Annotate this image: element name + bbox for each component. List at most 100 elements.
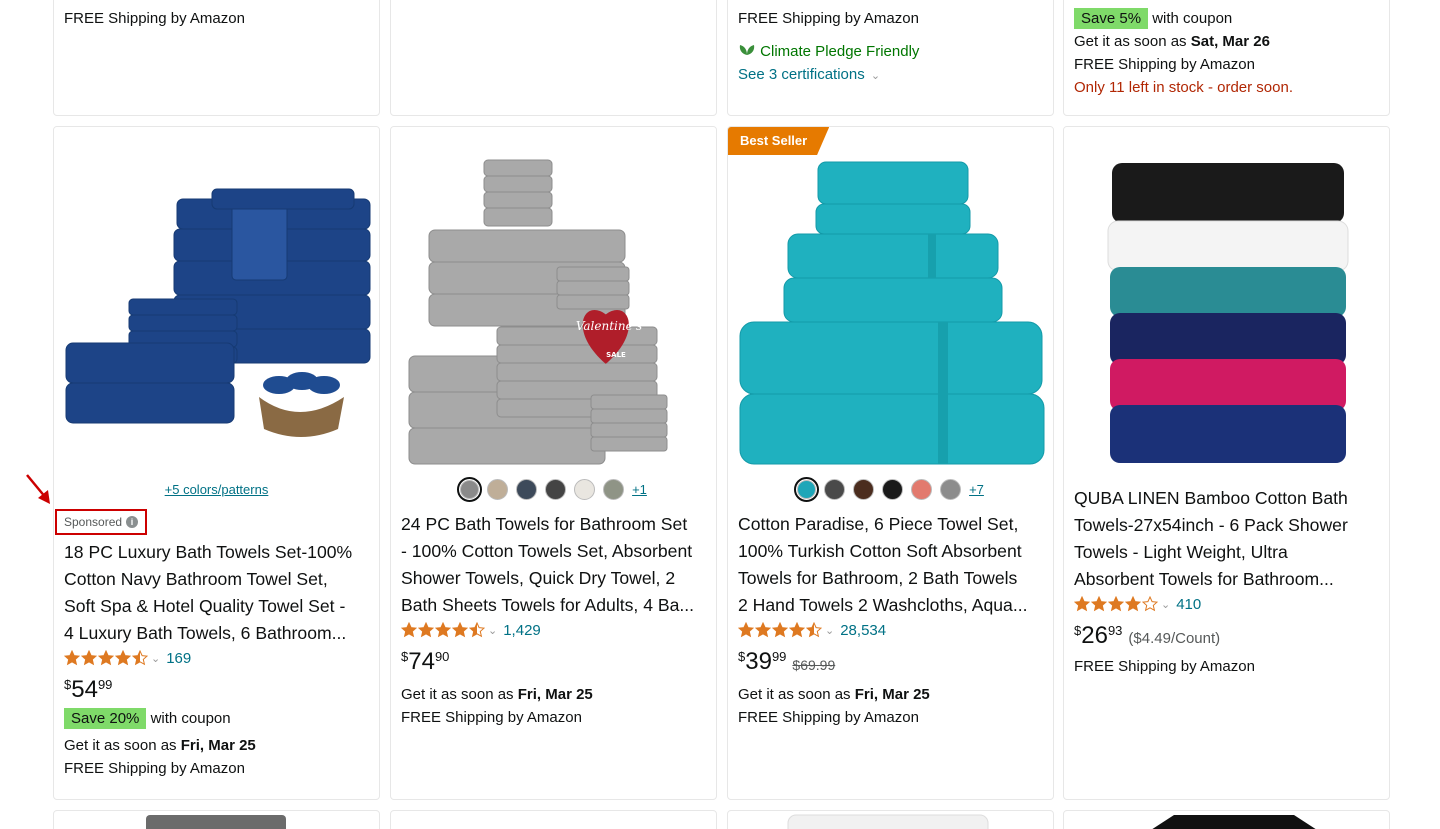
star-icon <box>81 650 97 666</box>
chevron-down-icon[interactable]: ⌄ <box>825 624 834 637</box>
delivery-prefix: Get it as soon as <box>1074 33 1187 50</box>
color-swatch[interactable] <box>545 479 567 500</box>
rating-row[interactable]: ⌄ 410 <box>1074 593 1379 615</box>
product-card-bottom-1[interactable] <box>53 810 380 829</box>
more-swatches-link[interactable]: +1 <box>632 482 647 497</box>
delivery-date: Fri, Mar 25 <box>180 737 256 754</box>
chevron-down-icon[interactable]: ⌄ <box>151 652 160 665</box>
review-count[interactable]: 1,429 <box>503 622 541 639</box>
product-image[interactable] <box>1064 127 1389 467</box>
chevron-down-icon: ⌄ <box>870 70 881 82</box>
color-swatch[interactable] <box>794 477 820 502</box>
color-swatches: +7 <box>728 477 1053 502</box>
product-image[interactable] <box>728 127 1053 467</box>
product-card-1[interactable]: +5 colors/patterns Sponsored i 18 PC Lux… <box>53 126 380 800</box>
title-line: Towels-27x54inch - 6 Pack Shower <box>1074 515 1348 535</box>
more-swatches-link[interactable]: +7 <box>969 482 984 497</box>
product-card-3[interactable]: Best Seller +7 Cotton Paradise, 6 Piece … <box>727 126 1054 800</box>
certifications-link[interactable]: See 3 certifications ⌄ <box>738 63 1043 88</box>
star-icon <box>98 650 114 666</box>
review-count[interactable]: 169 <box>166 650 191 667</box>
star-rating[interactable] <box>64 650 149 666</box>
star-icon <box>132 650 148 666</box>
delivery-prefix: Get it as soon as <box>64 737 177 754</box>
price-fraction: 90 <box>434 649 450 664</box>
title-line: Absorbent Towels for Bathroom... <box>1074 569 1334 589</box>
star-icon <box>1142 596 1158 612</box>
rating-row[interactable]: ⌄ 28,534 <box>738 619 1043 641</box>
product-image[interactable] <box>54 811 379 829</box>
star-icon <box>435 622 451 638</box>
color-swatch[interactable] <box>911 479 933 500</box>
sponsored-label[interactable]: Sponsored i <box>55 509 148 535</box>
product-image[interactable] <box>1064 811 1389 829</box>
star-icon <box>1074 596 1090 612</box>
price-fraction: 93 <box>1107 623 1123 638</box>
color-swatch[interactable] <box>487 479 509 500</box>
title-line: Towels for Bathroom, 2 Bath Towels <box>738 568 1018 588</box>
title-line: Shower Towels, Quick Dry Towel, 2 <box>401 568 676 588</box>
product-title[interactable]: 18 PC Luxury Bath Towels Set-100% Cotton… <box>64 539 369 647</box>
product-card-bottom-4[interactable] <box>1063 810 1390 829</box>
product-card-top-1[interactable]: FREE Shipping by Amazon <box>53 0 380 116</box>
shipping-text: FREE Shipping by Amazon <box>1074 56 1255 73</box>
product-card-4[interactable]: QUBA LINEN Bamboo Cotton Bath Towels-27x… <box>1063 126 1390 800</box>
save-badge: Save 20% <box>64 708 147 729</box>
color-swatch[interactable] <box>940 479 962 500</box>
rating-row[interactable]: ⌄ 1,429 <box>401 619 706 641</box>
shipping-text: FREE Shipping by Amazon <box>401 709 582 726</box>
price-whole: 39 <box>745 648 772 675</box>
star-rating[interactable] <box>738 622 823 638</box>
price[interactable]: $ 39 99 $69.99 <box>738 647 1043 677</box>
save-badge: Save 5% <box>1074 8 1149 29</box>
price[interactable]: $ 54 99 <box>64 675 369 705</box>
info-icon[interactable]: i <box>126 516 139 528</box>
delivery-prefix: Get it as soon as <box>738 686 851 703</box>
color-swatch[interactable] <box>457 477 483 502</box>
sale-badge-text: SALE <box>606 351 626 359</box>
star-icon <box>418 622 434 638</box>
chevron-down-icon[interactable]: ⌄ <box>488 624 497 637</box>
delivery-prefix: Get it as soon as <box>401 686 514 703</box>
color-swatch[interactable] <box>824 479 846 500</box>
product-card-bottom-2[interactable] <box>390 810 717 829</box>
product-image[interactable] <box>54 127 379 467</box>
product-card-top-2[interactable] <box>390 0 717 116</box>
with-coupon-text: with coupon <box>150 710 231 727</box>
title-line: Soft Spa & Hotel Quality Towel Set - <box>64 596 346 616</box>
product-card-top-4[interactable]: Save 5% with coupon Get it as soon as Sa… <box>1063 0 1390 116</box>
rating-row[interactable]: ⌄ 169 <box>64 647 369 669</box>
product-image[interactable]: Valentine's SALE <box>391 127 716 467</box>
product-image[interactable] <box>728 811 1053 829</box>
review-count[interactable]: 410 <box>1176 596 1201 613</box>
product-title[interactable]: Cotton Paradise, 6 Piece Towel Set, 100%… <box>738 511 1043 619</box>
best-seller-badge: Best Seller <box>728 127 830 155</box>
title-line: 2 Hand Towels 2 Washcloths, Aqua... <box>738 595 1028 615</box>
star-rating[interactable] <box>401 622 486 638</box>
more-colors-link[interactable]: +5 colors/patterns <box>165 482 269 497</box>
color-swatch[interactable] <box>603 479 625 500</box>
color-swatch[interactable] <box>882 479 904 500</box>
color-swatch[interactable] <box>516 479 538 500</box>
product-title[interactable]: QUBA LINEN Bamboo Cotton Bath Towels-27x… <box>1074 485 1379 593</box>
price[interactable]: $ 74 90 <box>401 647 706 677</box>
price-fraction: 99 <box>97 677 113 692</box>
star-icon <box>115 650 131 666</box>
star-rating[interactable] <box>1074 596 1159 612</box>
color-swatch[interactable] <box>574 479 596 500</box>
star-icon <box>469 622 485 638</box>
title-line: Towels - Light Weight, Ultra <box>1074 542 1288 562</box>
product-card-top-3[interactable]: FREE Shipping by Amazon Climate Pledge F… <box>727 0 1054 116</box>
climate-pledge-badge[interactable]: Climate Pledge Friendly <box>738 40 1043 63</box>
color-swatch[interactable] <box>853 479 875 500</box>
price[interactable]: $ 26 93 ($4.49/Count) <box>1074 621 1379 651</box>
color-swatches: +1 <box>391 477 716 502</box>
star-icon <box>772 622 788 638</box>
review-count[interactable]: 28,534 <box>840 622 886 639</box>
product-card-2[interactable]: Valentine's SALE +1 24 PC Bath Towels fo… <box>390 126 717 800</box>
product-title[interactable]: 24 PC Bath Towels for Bathroom Set - 100… <box>401 511 706 619</box>
product-card-bottom-3[interactable] <box>727 810 1054 829</box>
price-fraction: 99 <box>771 649 787 664</box>
star-icon <box>755 622 771 638</box>
chevron-down-icon[interactable]: ⌄ <box>1161 598 1170 611</box>
